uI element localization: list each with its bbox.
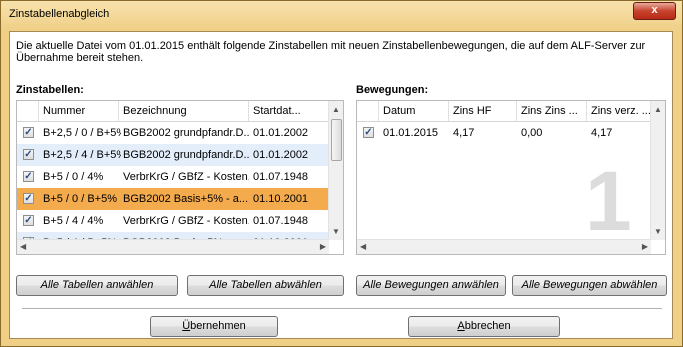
cell-zins-zins: 0,00 [521,127,543,139]
dialog-window: Zinstabellenabgleich x Die aktuelle Date… [0,0,683,347]
header-nummer[interactable]: Nummer [39,101,119,121]
uebernehmen-button[interactable]: Übernehmen [150,316,278,337]
header-zins-hf[interactable]: Zins HF [449,101,517,121]
scroll-left-icon[interactable]: ◀ [360,242,366,251]
cell-bezeichnung: VerbrKrG / GBfZ - Kosten... [123,171,249,183]
zinstabellen-vscroll[interactable]: ▲ ▼ [328,101,343,240]
abbrechen-mnemonic: A [457,320,465,332]
row-checkbox[interactable]: ✓ [23,127,34,138]
alle-bewegungen-abwaehlen-button[interactable]: Alle Bewegungen abwählen [512,275,667,296]
window-title: Zinstabellenabgleich [9,8,110,20]
cell-startdatum: 01.07.1948 [253,171,309,183]
zinstabellen-header: Nummer Bezeichnung Startdat... [17,101,343,122]
cell-startdatum: 01.01.2002 [253,127,309,139]
info-text: Die aktuelle Datei vom 01.01.2015 enthäl… [16,40,646,64]
cell-bezeichnung: BGB2002 grundpfandr.D... [123,127,249,139]
abbrechen-button[interactable]: Abbrechen [408,316,560,337]
scroll-up-icon[interactable]: ▲ [332,105,340,114]
cell-nummer: B+2,5 / 4 / B+5% [43,149,121,161]
row-checkbox[interactable]: ✓ [363,127,374,138]
close-button[interactable]: x [633,2,676,20]
scroll-down-icon[interactable]: ▼ [332,227,340,236]
zinstabellen-grid: Nummer Bezeichnung Startdat... ✓ B+2,5 / … [16,100,344,255]
header-bezeichnung[interactable]: Bezeichnung [119,101,249,121]
cell-nummer: B+5 / 4 / 4% [43,215,104,227]
cell-nummer: B+5 / 0 / B+5% [43,193,117,205]
count-watermark: 1 [585,154,632,248]
bewegungen-vscroll[interactable]: ▲ ▼ [650,101,665,240]
scroll-right-icon[interactable]: ▶ [642,242,648,251]
table-row[interactable]: ✓ B+2,5 / 4 / B+5% BGB2002 grundpfandr.D..… [17,144,329,166]
table-row[interactable]: ✓ B+5 / 4 / 4% VerbrKrG / GBfZ - Kosten...… [17,210,329,232]
table-row[interactable]: ✓ 01.01.2015 4,17 0,00 4,17 [357,122,651,144]
cell-nummer: B+2,5 / 0 / B+5% [43,127,121,139]
cell-bezeichnung: VerbrKrG / GBfZ - Kosten... [123,215,249,227]
header-check-column[interactable] [357,101,379,121]
header-datum[interactable]: Datum [379,101,449,121]
header-zins-zins[interactable]: Zins Zins ... [517,101,587,121]
bewegungen-header: Datum Zins HF Zins Zins ... Zins verz. .… [357,101,665,122]
scroll-thumb[interactable] [331,119,342,161]
bewegungen-hscroll[interactable]: ◀ ▶ [357,239,651,254]
zinstabellen-hscroll[interactable]: ◀ ▶ [17,239,329,254]
scroll-down-icon[interactable]: ▼ [654,227,662,236]
row-checkbox[interactable]: ✓ [23,193,34,204]
abbrechen-label: bbrechen [464,320,511,332]
row-checkbox[interactable]: ✓ [23,215,34,226]
cell-startdatum: 01.01.2002 [253,149,309,161]
bewegungen-grid: Datum Zins HF Zins Zins ... Zins verz. .… [356,100,666,255]
alle-tabellen-abwaehlen-button[interactable]: Alle Tabellen abwählen [187,275,344,296]
alle-tabellen-anwaehlen-button[interactable]: Alle Tabellen anwählen [16,275,178,296]
cell-startdatum: 01.10.2001 [253,193,309,205]
table-row[interactable]: ✓ B+5 / 0 / 4% VerbrKrG / GBfZ - Kosten...… [17,166,329,188]
scroll-left-icon[interactable]: ◀ [20,242,26,251]
dialog-client-area: Die aktuelle Datei vom 01.01.2015 enthäl… [9,31,673,339]
alle-bewegungen-anwaehlen-button[interactable]: Alle Bewegungen anwählen [356,275,506,296]
separator [22,308,662,309]
header-startdatum[interactable]: Startdat... [249,101,329,121]
table-row[interactable]: ✓ B+2,5 / 0 / B+5% BGB2002 grundpfandr.D..… [17,122,329,144]
bewegungen-label: Bewegungen: [356,84,429,96]
header-check-column[interactable] [17,101,39,121]
zinstabellen-label: Zinstabellen: [16,84,84,96]
cell-nummer: B+5 / 0 / 4% [43,171,104,183]
cell-zins-verz: 4,17 [591,127,613,139]
cell-bezeichnung: BGB2002 Basis+5% - a... [123,193,249,205]
title-bar[interactable]: Zinstabellenabgleich x [1,1,682,27]
table-row[interactable]: ✓ B+5 / 0 / B+5% BGB2002 Basis+5% - a... 01… [17,188,329,210]
cell-zins-hf: 4,17 [453,127,475,139]
scroll-right-icon[interactable]: ▶ [320,242,326,251]
cell-datum: 01.01.2015 [383,127,439,139]
close-icon: x [651,4,658,16]
row-checkbox[interactable]: ✓ [23,149,34,160]
uebernehmen-mnemonic: Ü [182,320,191,332]
cell-startdatum: 01.07.1948 [253,215,309,227]
header-zins-verz[interactable]: Zins verz. ... [587,101,653,121]
row-checkbox[interactable]: ✓ [23,171,34,182]
scroll-up-icon[interactable]: ▲ [654,105,662,114]
uebernehmen-label: bernehmen [190,320,246,332]
cell-bezeichnung: BGB2002 grundpfandr.D... [123,149,249,161]
